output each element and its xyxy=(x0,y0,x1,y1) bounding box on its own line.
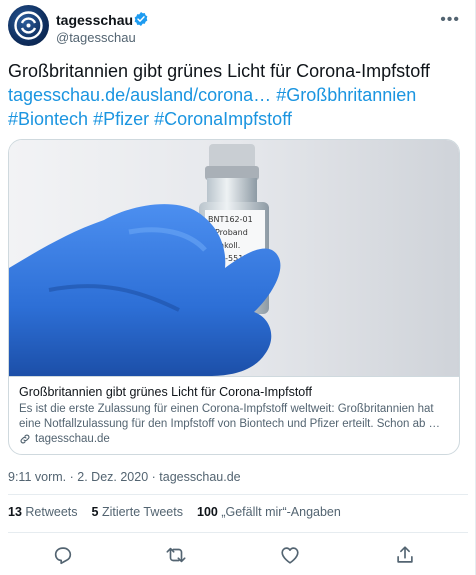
link-icon xyxy=(20,434,30,444)
account-name[interactable]: tagesschau xyxy=(56,12,133,28)
tweet-link[interactable]: tagesschau.de/ausland/corona… xyxy=(8,85,271,105)
hashtag-biontech[interactable]: #Biontech xyxy=(8,109,88,129)
reply-icon[interactable] xyxy=(52,544,74,566)
divider xyxy=(8,532,468,533)
tweet-meta: 9:11 vorm. · 2. Dez. 2020 · tagesschau.d… xyxy=(8,470,241,484)
card-image: BNT162-01 Proband nkoll. D-5513 xyxy=(9,140,459,376)
tweet-stats: 13 Retweets 5 Zitierte Tweets 100 „Gefäl… xyxy=(8,505,341,519)
hashtag-grossbritannien[interactable]: #Großbhritannien xyxy=(276,85,416,105)
tweet-text: Großbritannien gibt grünes Licht für Cor… xyxy=(8,59,468,131)
hashtag-pfizer[interactable]: #Pfizer xyxy=(93,109,149,129)
card-domain-text: tagesschau.de xyxy=(35,433,110,445)
link-preview-card[interactable]: BNT162-01 Proband nkoll. D-5513 Großbrit… xyxy=(8,139,460,455)
card-body: Großbritannien gibt grünes Licht für Cor… xyxy=(9,376,459,454)
meta-separator: · xyxy=(69,470,74,484)
avatar[interactable] xyxy=(8,5,49,46)
like-icon[interactable] xyxy=(279,544,301,566)
likes-stat[interactable]: 100 „Gefällt mir“-Angaben xyxy=(197,505,341,519)
verified-badge-icon xyxy=(134,12,148,26)
retweets-stat[interactable]: 13 Retweets xyxy=(8,505,78,519)
tweet-source[interactable]: tagesschau.de xyxy=(159,470,240,484)
share-icon[interactable] xyxy=(394,544,416,566)
hashtag-coronaimpfstoff[interactable]: #CoronaImpfstoff xyxy=(154,109,292,129)
tweet: tagesschau @tagesschau ••• Großbritannie… xyxy=(0,0,476,575)
quotes-stat[interactable]: 5 Zitierte Tweets xyxy=(92,505,184,519)
vial-label-line1: BNT162-01 xyxy=(208,215,253,224)
tweet-time[interactable]: 9:11 vorm. xyxy=(8,470,66,484)
card-domain: tagesschau.de xyxy=(19,433,451,445)
divider xyxy=(8,494,468,495)
retweet-icon[interactable] xyxy=(165,544,187,566)
meta-separator: · xyxy=(151,470,156,484)
tagesschau-logo-icon xyxy=(14,11,43,40)
card-title: Großbritannien gibt grünes Licht für Cor… xyxy=(19,385,312,399)
tweet-headline: Großbritannien gibt grünes Licht für Cor… xyxy=(8,61,430,81)
tweet-header: tagesschau @tagesschau ••• xyxy=(8,5,468,49)
account-handle[interactable]: @tagesschau xyxy=(56,30,136,45)
card-description: Es ist die erste Zulassung für einen Cor… xyxy=(19,403,441,430)
tweet-date[interactable]: 2. Dez. 2020 xyxy=(77,470,148,484)
more-icon[interactable]: ••• xyxy=(440,11,460,29)
vial-label-line2: Proband xyxy=(215,228,248,237)
tweet-actions xyxy=(0,544,476,568)
